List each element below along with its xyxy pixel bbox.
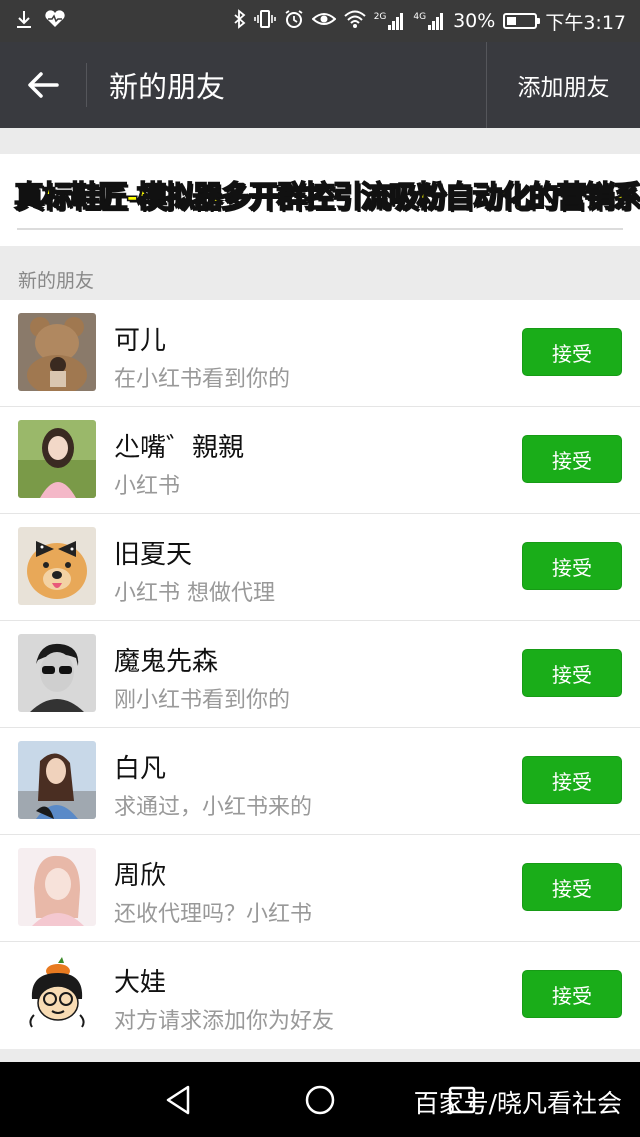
eye-icon — [311, 9, 337, 34]
friend-message: 刚小红书看到你的 — [114, 688, 291, 713]
back-button[interactable] — [0, 42, 86, 128]
navigation-bar: 百家号/晓凡看社会 — [0, 1062, 640, 1137]
friend-request-row[interactable]: 魔鬼先森 刚小红书看到你的 接受 — [0, 621, 640, 728]
friend-message: 对方请求添加你为好友 — [114, 1009, 335, 1034]
battery-level-fill — [507, 17, 517, 25]
friend-request-row[interactable]: 可儿 在小红书看到你的 接受 — [0, 300, 640, 407]
accept-button[interactable]: 接受 — [522, 328, 622, 376]
triangle-back-icon — [166, 1085, 190, 1115]
friend-request-list: 可儿 在小红书看到你的 接受 尐嘴゛親親 小红书 接受 旧夏天 小红书 想做代理… — [0, 300, 640, 1049]
friend-name: 尐嘴゛親親 — [114, 433, 245, 463]
friend-message: 还收代理吗？小红书 — [114, 902, 313, 927]
add-friend-button[interactable]: 添加朋友 — [486, 42, 640, 128]
vibrate-icon — [253, 9, 276, 34]
accept-button[interactable]: 接受 — [522, 435, 622, 483]
heart-monitor-icon — [44, 9, 66, 34]
bluetooth-icon — [234, 8, 246, 34]
section-header: 新的朋友 — [18, 270, 95, 292]
avatar[interactable] — [18, 527, 96, 605]
friend-name: 旧夏天 — [114, 540, 193, 570]
avatar[interactable] — [18, 741, 96, 819]
friend-name: 魔鬼先森 — [114, 647, 219, 677]
avatar[interactable] — [18, 634, 96, 712]
battery-icon — [503, 13, 541, 29]
page-title: 新的朋友 — [109, 70, 226, 104]
avatar[interactable] — [18, 848, 96, 926]
friend-name: 大娃 — [114, 968, 167, 998]
friend-message: 小红书 想做代理 — [114, 581, 275, 606]
promo-banner: 真标鞋匠-模拟器多开群控引流吸粉自动化的营销系统 — [0, 154, 640, 246]
signal-2g-icon: 2G — [374, 12, 406, 30]
friend-message: 求通过，小红书来的 — [114, 795, 313, 820]
status-bar: 2G 4G 30% 下午3:17 — [0, 0, 640, 42]
watermark: 百家号/晓凡看社会 — [413, 1089, 622, 1118]
friend-request-row[interactable]: 大娃 对方请求添加你为好友 接受 — [0, 942, 640, 1049]
avatar[interactable] — [18, 313, 96, 391]
circle-home-icon — [305, 1085, 335, 1115]
avatar[interactable] — [18, 955, 96, 1033]
banner-divider — [17, 228, 623, 230]
friend-name: 可儿 — [114, 326, 167, 356]
friend-name: 周欣 — [114, 861, 167, 891]
friend-message: 在小红书看到你的 — [114, 367, 291, 392]
friend-message: 小红书 — [114, 474, 181, 499]
alarm-icon — [284, 9, 304, 34]
friend-request-row[interactable]: 尐嘴゛親親 小红书 接受 — [0, 407, 640, 514]
back-arrow-icon — [28, 72, 59, 98]
friend-request-row[interactable]: 旧夏天 小红书 想做代理 接受 — [0, 514, 640, 621]
friend-name: 白凡 — [114, 754, 167, 784]
download-icon — [14, 9, 34, 34]
avatar[interactable] — [18, 420, 96, 498]
accept-button[interactable]: 接受 — [522, 970, 622, 1018]
battery-percent: 30% — [453, 10, 496, 32]
accept-button[interactable]: 接受 — [522, 756, 622, 804]
accept-button[interactable]: 接受 — [522, 542, 622, 590]
title-bar: 新的朋友 添加朋友 — [0, 42, 640, 128]
friend-request-row[interactable]: 周欣 还收代理吗？小红书 接受 — [0, 835, 640, 942]
clock: 下午3:17 — [545, 11, 626, 34]
accept-button[interactable]: 接受 — [522, 863, 622, 911]
signal-4g-icon: 4G — [413, 12, 445, 30]
banner-text: 真标鞋匠-模拟器多开群控引流吸粉自动化的营销系统 — [13, 179, 640, 216]
friend-request-row[interactable]: 白凡 求通过，小红书来的 接受 — [0, 728, 640, 835]
nav-home-button[interactable] — [300, 1080, 340, 1120]
nav-back-button[interactable] — [158, 1080, 198, 1120]
accept-button[interactable]: 接受 — [522, 649, 622, 697]
wifi-icon — [344, 9, 366, 34]
